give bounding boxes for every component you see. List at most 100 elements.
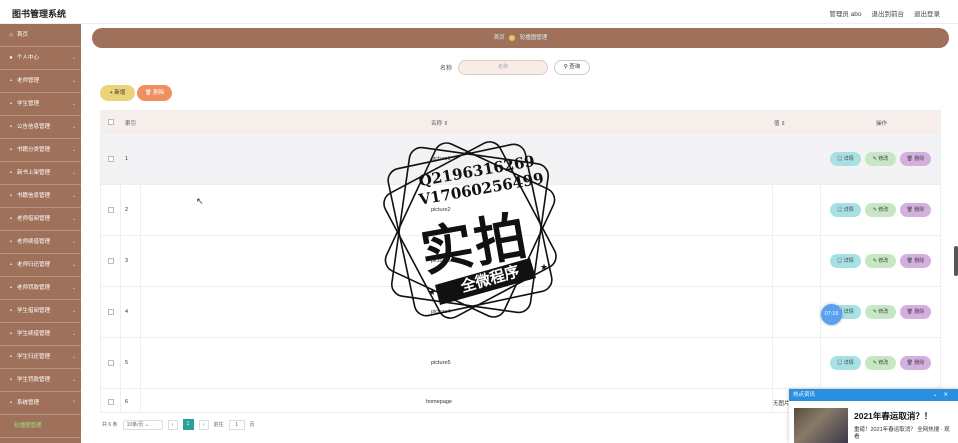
sidebar-item-notices[interactable]: • 公告信息管理 ⌄ (0, 116, 81, 139)
sidebar-item-student-renew[interactable]: • 学生续借管理 ⌄ (0, 323, 81, 346)
breadcrumb: 首页 轮播图管理 (92, 28, 949, 48)
next-page-button[interactable]: › (198, 419, 209, 430)
goto-page-input[interactable]: 1 (228, 419, 245, 430)
row-delete-button[interactable]: 🗑 删除 (900, 305, 931, 319)
row-index: 5 (125, 360, 129, 366)
edit-button[interactable]: ✎ 修改 (865, 152, 896, 166)
home-icon: ⌂ (9, 32, 13, 38)
chevron-down-icon: ⌄ (71, 239, 76, 245)
chevron-down-icon: ⌄ (71, 308, 76, 314)
delete-button[interactable]: 🗑 删除 (137, 85, 172, 101)
row-checkbox[interactable] (108, 309, 114, 315)
sidebar-item-students[interactable]: • 学生管理 ⌄ (0, 93, 81, 116)
chevron-down-icon: ⌄ (71, 55, 76, 61)
row-checkbox[interactable] (108, 399, 114, 405)
page-unit-label: 页 (249, 422, 255, 428)
breadcrumb-home[interactable]: 首页 (494, 35, 505, 41)
recording-timer[interactable]: 07:19 (821, 304, 842, 325)
breadcrumb-current: 轮播图管理 (519, 35, 548, 41)
search-bar: 名称 名称 ⚲ 查询 (440, 60, 591, 75)
row-delete-button[interactable]: 🗑 删除 (900, 203, 931, 217)
header-name[interactable]: 名称 ⇕ (431, 119, 448, 127)
logout-link[interactable]: 退出登录 (914, 8, 940, 18)
sort-icon: ⇕ (781, 121, 786, 127)
chevron-down-icon: ⌄ (71, 331, 76, 337)
toolbar: + 新增 🗑 删除 (100, 85, 172, 101)
sidebar-item-teachers[interactable]: • 老师管理 ⌄ (0, 70, 81, 93)
sidebar-item-new-books[interactable]: • 新书上架管理 ⌄ (0, 162, 81, 185)
chevron-down-icon: ⌄ (144, 421, 150, 428)
user-icon: • (10, 101, 12, 107)
sidebar-item-profile[interactable]: ● 个人中心 ⌄ (0, 47, 81, 70)
sidebar-item-carousel[interactable]: 轮播图管理 (0, 415, 81, 438)
row-checkbox[interactable] (108, 207, 114, 213)
row-checkbox[interactable] (108, 258, 114, 264)
row-delete-button[interactable]: 🗑 删除 (900, 152, 931, 166)
news-header: 热点资讯 ⌄✕ (789, 389, 958, 401)
sidebar-item-system[interactable]: • 系统管理 ⌃ (0, 392, 81, 415)
renew-icon: • (10, 331, 12, 337)
sidebar-item-teacher-fines[interactable]: • 老师罚款管理 ⌄ (0, 277, 81, 300)
sidebar-item-book-categories[interactable]: • 书籍分类管理 ⌄ (0, 139, 81, 162)
news-controls: ⌄✕ (933, 389, 954, 401)
row-delete-button[interactable]: 🗑 删除 (900, 254, 931, 268)
notice-icon: • (10, 124, 12, 130)
sidebar-item-student-return[interactable]: • 学生归还管理 ⌄ (0, 346, 81, 369)
search-input[interactable]: 名称 (458, 60, 549, 75)
sort-icon: ⇕ (443, 121, 449, 127)
chevron-down-icon: ⌄ (71, 285, 76, 291)
chevron-down-icon[interactable]: ⌄ (933, 392, 944, 398)
sidebar-item-teacher-return[interactable]: • 老师归还管理 ⌄ (0, 254, 81, 277)
prev-page-button[interactable]: ‹ (167, 419, 178, 430)
row-checkbox[interactable] (108, 360, 114, 366)
row-actions: ▤ 详情 ✎ 修改 🗑 删除 (830, 254, 931, 268)
edit-button[interactable]: ✎ 修改 (865, 305, 896, 319)
edit-button[interactable]: ✎ 修改 (865, 203, 896, 217)
detail-button[interactable]: ▤ 详情 (830, 254, 861, 268)
settings-icon: • (10, 400, 12, 406)
row-index: 2 (125, 207, 129, 213)
search-button[interactable]: ⚲ 查询 (554, 60, 591, 75)
person-icon: ● (9, 55, 13, 61)
header-links: 管理员 abo 退出到前台 退出登录 (829, 8, 940, 18)
current-page[interactable]: 1 (182, 419, 194, 430)
detail-button[interactable]: ▤ 详情 (830, 152, 861, 166)
row-index: 6 (125, 399, 129, 405)
chevron-down-icon: ⌄ (71, 354, 76, 360)
news-headline[interactable]: 2021年春运取消？！ (854, 410, 932, 422)
header-value[interactable]: 值 ⇕ (774, 119, 786, 127)
edit-button[interactable]: ✎ 修改 (865, 254, 896, 268)
add-button[interactable]: + 新增 (100, 85, 135, 101)
row-name: homepage (426, 399, 452, 405)
close-icon[interactable]: ✕ (943, 392, 954, 398)
borrow-icon: • (10, 308, 12, 314)
select-all-checkbox[interactable] (108, 119, 114, 125)
row-checkbox[interactable] (108, 156, 114, 162)
user-icon: • (10, 78, 12, 84)
edit-button[interactable]: ✎ 修改 (865, 356, 896, 370)
news-thumbnail[interactable] (794, 408, 848, 443)
header-index: 索引 (125, 121, 137, 127)
sidebar-item-home[interactable]: ⌂ 首页 (0, 24, 81, 47)
chevron-down-icon: ⌄ (71, 124, 76, 130)
chevron-down-icon: ⌄ (71, 262, 76, 268)
detail-button[interactable]: ▤ 详情 (830, 203, 861, 217)
side-drag-handle[interactable] (954, 246, 958, 276)
sidebar-item-book-info[interactable]: • 书籍信息管理 ⌄ (0, 185, 81, 208)
exit-to-front-link[interactable]: 退出到前台 (872, 8, 905, 18)
row-actions: ▤ 详情 ✎ 修改 🗑 删除 (830, 305, 931, 319)
sidebar-item-student-borrow[interactable]: • 学生借阅管理 ⌄ (0, 300, 81, 323)
row-actions: ▤ 详情 ✎ 修改 🗑 删除 (830, 152, 931, 166)
row-delete-button[interactable]: 🗑 删除 (900, 356, 931, 370)
header-ops: 操作 (876, 121, 888, 127)
trash-icon: 🗑 (144, 90, 154, 96)
sidebar-item-student-fines[interactable]: • 学生罚款管理 ⌄ (0, 369, 81, 392)
news-summary[interactable]: 重磅！2021年春运取消？ 全网热搜 · 观看 (854, 427, 954, 441)
sidebar-item-teacher-renew[interactable]: • 老师续借管理 ⌄ (0, 231, 81, 254)
page-size-select[interactable]: 10条/页 ⌄ (122, 419, 163, 430)
sidebar-item-teacher-borrow[interactable]: • 老师借阅管理 ⌄ (0, 208, 81, 231)
detail-button[interactable]: ▤ 详情 (830, 356, 861, 370)
row-index: 4 (125, 309, 129, 315)
borrow-icon: • (10, 216, 12, 222)
chevron-down-icon: ⌄ (71, 377, 76, 383)
